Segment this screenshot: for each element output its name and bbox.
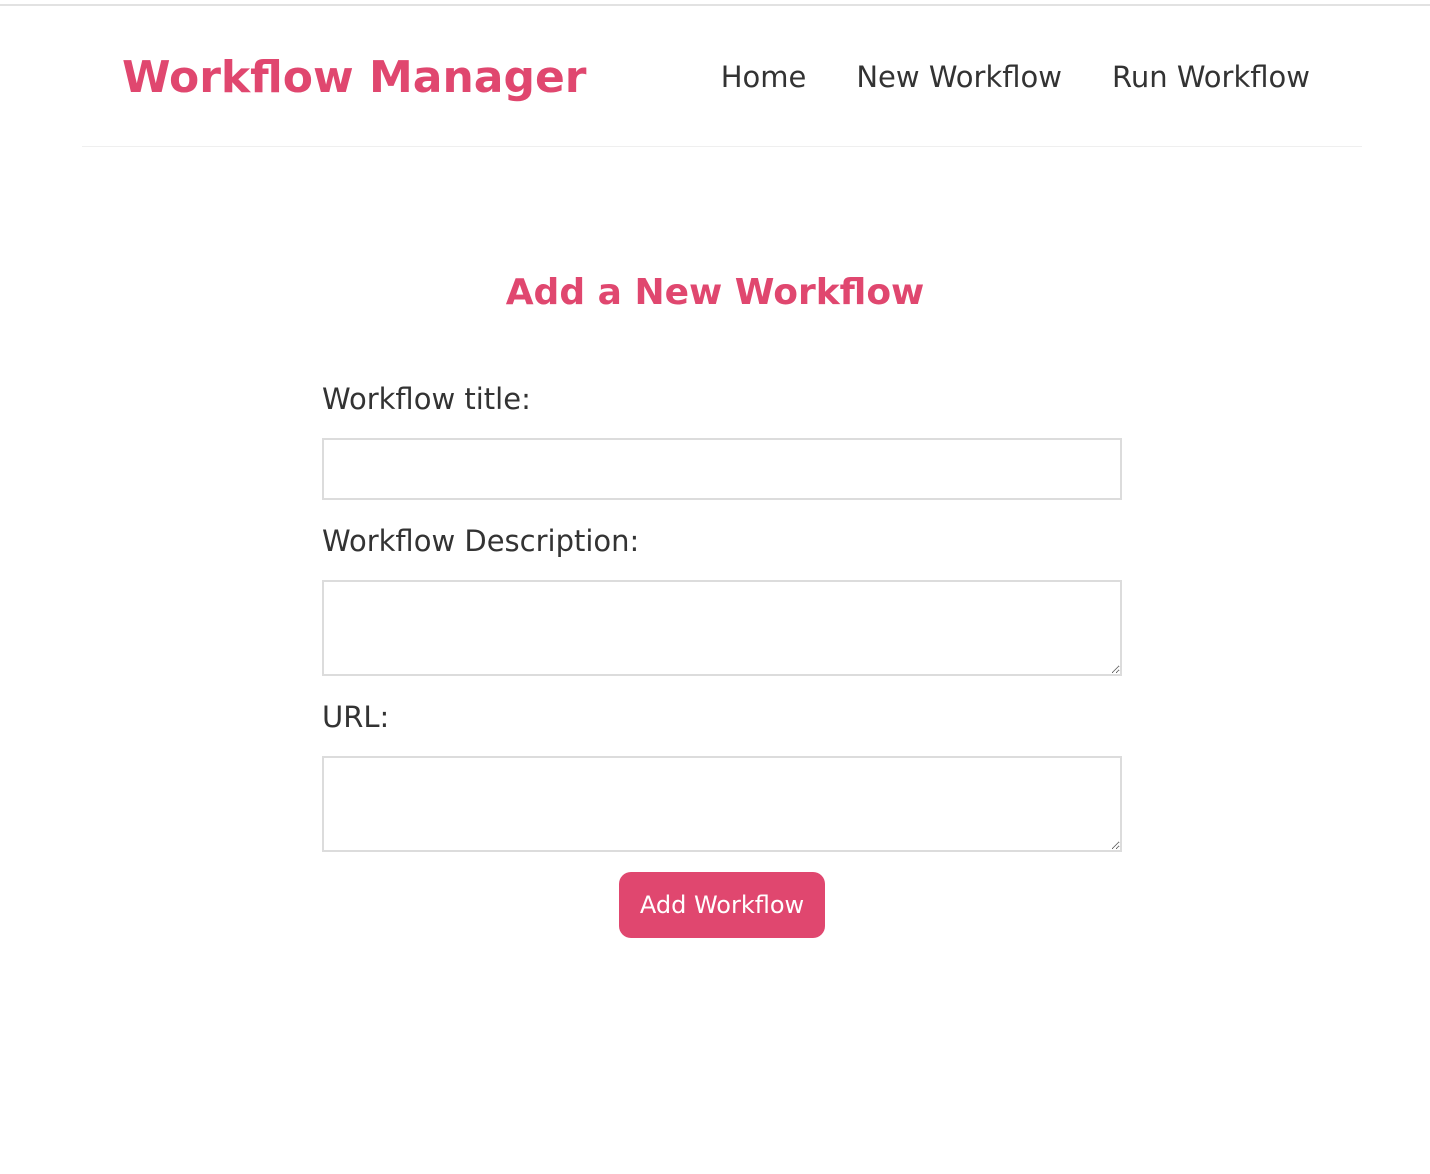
add-workflow-button[interactable]: Add Workflow bbox=[619, 872, 825, 938]
workflow-description-label: Workflow Description: bbox=[322, 524, 640, 558]
workflow-title-input[interactable] bbox=[322, 438, 1122, 500]
url-textarea[interactable] bbox=[322, 756, 1122, 852]
nav-link-run-workflow[interactable]: Run Workflow bbox=[1112, 56, 1310, 98]
nav-links: Home New Workflow Run Workflow bbox=[721, 56, 1310, 98]
page-title: Add a New Workflow bbox=[505, 272, 925, 313]
workflow-title-label: Workflow title: bbox=[322, 382, 531, 416]
brand-title[interactable]: Workflow Manager bbox=[122, 48, 587, 108]
navbar: Workflow Manager Home New Workflow Run W… bbox=[82, 6, 1362, 147]
url-label: URL: bbox=[322, 700, 390, 734]
workflow-description-textarea[interactable] bbox=[322, 580, 1122, 676]
nav-link-home[interactable]: Home bbox=[721, 56, 807, 98]
nav-link-new-workflow[interactable]: New Workflow bbox=[856, 56, 1062, 98]
